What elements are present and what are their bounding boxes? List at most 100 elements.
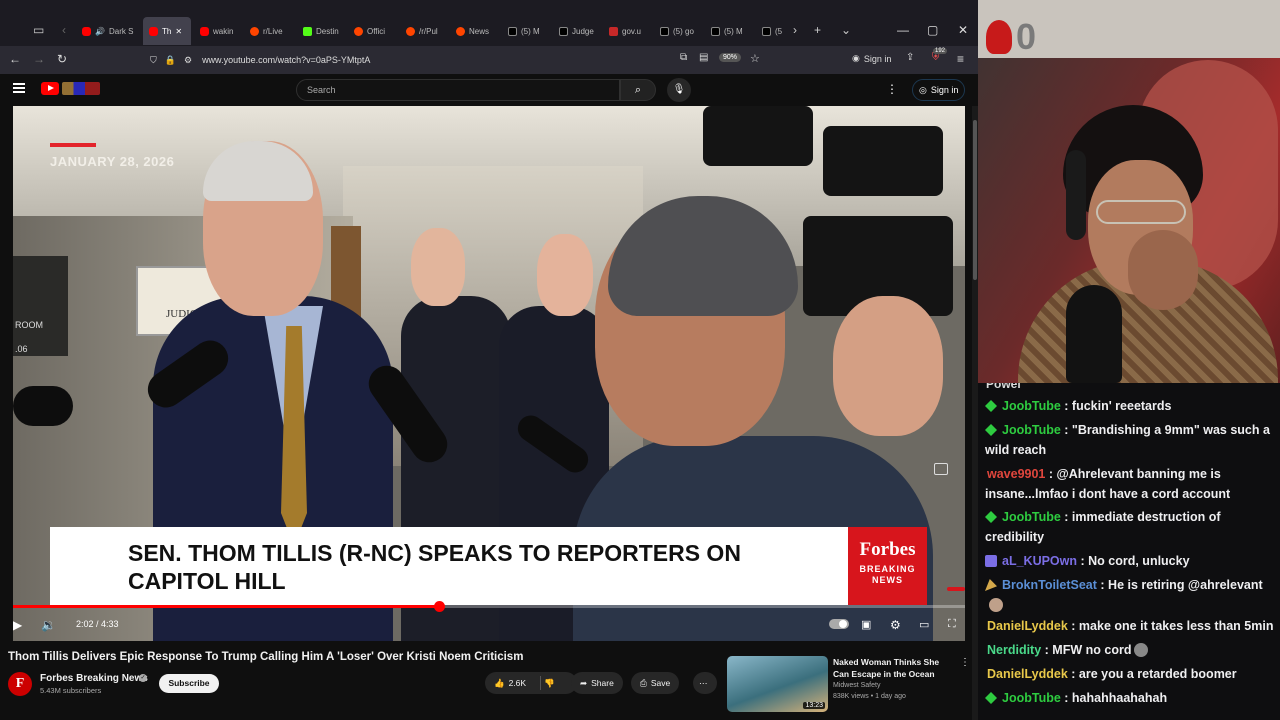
chat-username[interactable]: JoobTube [1002, 423, 1061, 437]
reddit-favicon-icon [250, 26, 259, 36]
tab-9[interactable]: (5) M [502, 17, 552, 45]
window-maximize-icon[interactable]: ▢ [927, 23, 938, 37]
search-button[interactable]: ⌕ [620, 79, 656, 101]
youtube-signin-button[interactable]: ◎ Sign in [912, 79, 966, 101]
recommended-title[interactable]: Naked Woman Thinks She Can Escape in the… [833, 656, 957, 680]
like-count[interactable]: 2.6K [509, 678, 527, 688]
tab-1[interactable]: 🔊 Dark S [76, 17, 138, 45]
fullscreen-icon[interactable]: ⛶ [948, 618, 956, 631]
theater-mode-icon[interactable]: ▭ [919, 618, 929, 631]
tab-11[interactable]: gov.u [603, 17, 653, 45]
autoplay-toggle[interactable] [829, 619, 849, 629]
reader-view-icon[interactable]: ▤ [699, 52, 708, 63]
window-close-icon[interactable]: ✕ [958, 23, 968, 37]
tab-12[interactable]: (5) go [654, 17, 704, 45]
close-tab-icon[interactable]: ✕ [175, 27, 182, 36]
youtube-logo-icon[interactable] [41, 82, 59, 95]
like-divider [540, 676, 541, 690]
chat-text: : make one it takes less than 5min [1071, 619, 1274, 633]
reload-icon[interactable]: ↻ [57, 52, 67, 66]
tab-scroll-left-icon[interactable]: ‹ [62, 23, 66, 37]
tab-5[interactable]: Destin [297, 17, 347, 45]
chat-emote-icon [1134, 643, 1149, 657]
volume-icon[interactable]: 🔉 [41, 618, 56, 632]
window-minimize-icon[interactable]: — [897, 23, 909, 37]
forward-icon[interactable]: → [33, 52, 45, 66]
tab-10[interactable]: Judge [553, 17, 603, 45]
chat-username[interactable]: JoobTube [1002, 691, 1061, 705]
tab-4[interactable]: r/Live [244, 17, 294, 45]
channel-name[interactable]: Forbes Breaking News [40, 673, 148, 684]
chat-username[interactable]: DanielLyddek [987, 619, 1068, 633]
tab-7[interactable]: /r/Pul [400, 17, 450, 45]
more-options-icon[interactable]: ⋮ [886, 82, 898, 96]
progress-scrubber[interactable] [433, 601, 445, 612]
chat-username[interactable]: DanielLyddek [987, 667, 1068, 681]
chat-username[interactable]: JoobTube [1002, 399, 1061, 413]
thumbs-up-icon[interactable]: 👍 [494, 678, 505, 689]
address-bar[interactable]: ⛉ 🔒 ⚙ www.youtube.com/watch?v=0aPS-YMtpt… [150, 49, 770, 71]
picture-in-picture-icon[interactable]: ⧉ [680, 52, 687, 63]
recommended-channel[interactable]: Midwest Safety [833, 682, 880, 689]
permissions-icon[interactable]: ⚙ [184, 55, 192, 66]
recommended-thumbnail[interactable]: 13:23 [727, 656, 828, 712]
voice-search-button[interactable]: 🎙 [667, 78, 691, 102]
extensions-icon[interactable]: ⇪ [906, 52, 914, 63]
play-icon[interactable]: ▶ [13, 618, 22, 632]
captions-icon[interactable]: ▣ [861, 618, 871, 631]
thumbs-down-icon[interactable]: 👎 [544, 678, 555, 689]
back-icon[interactable]: ← [9, 52, 21, 66]
tab-8[interactable]: News [450, 17, 502, 45]
page-scrollbar-thumb[interactable] [973, 120, 977, 280]
subscribe-button[interactable]: Subscribe [159, 674, 219, 693]
search-input[interactable]: Search [296, 79, 620, 101]
settings-gear-icon[interactable]: ⚙ [890, 618, 901, 632]
youtube-doodle-logo[interactable] [62, 82, 100, 95]
chat-text: : fuckin' reeetards [1064, 399, 1172, 413]
reddit-favicon-icon [456, 26, 465, 36]
chat-message: DanielLyddek : make one it takes less th… [985, 616, 1277, 636]
tab-13[interactable]: (5) M [705, 17, 755, 45]
channel-avatar[interactable]: F [8, 672, 32, 696]
chat-username[interactable]: BroknToiletSeat [1002, 578, 1097, 592]
save-button[interactable]: ⎙ Save [631, 672, 680, 694]
chat-username[interactable]: Nerdidity [987, 643, 1041, 657]
share-button[interactable]: ➦ Share [571, 672, 623, 694]
app-menu-icon[interactable]: ≡ [957, 52, 964, 66]
tab-scroll-right-icon[interactable]: › [793, 23, 797, 37]
url-text[interactable]: www.youtube.com/watch?v=0aPS-YMtptA [202, 55, 370, 65]
recommended-more-icon[interactable]: ⋮ [960, 657, 970, 668]
shield-icon[interactable]: ⛉ [150, 55, 157, 66]
tab-list-chevron-icon[interactable]: ⌄ [841, 23, 851, 37]
youtube-favicon-icon [200, 26, 209, 36]
chat-text: : hahahhaahahah [1064, 691, 1168, 705]
tab-6[interactable]: Offici [348, 17, 400, 45]
tab-14[interactable]: (5 [756, 17, 792, 45]
date-accent-bar [50, 143, 96, 147]
lock-icon[interactable]: 🔒 [165, 55, 176, 66]
overlay-number: 0 [1016, 16, 1037, 57]
browser-signin-button[interactable]: ◉ Sign in [852, 53, 891, 64]
zoom-level[interactable]: 90% [719, 53, 742, 62]
miniplayer-icon[interactable] [934, 463, 948, 475]
progress-bar[interactable] [13, 601, 965, 612]
bookmark-star-icon[interactable]: ☆ [750, 52, 760, 65]
reporter-2-head [537, 234, 593, 316]
time-display: 2:02 / 4:33 [76, 619, 119, 629]
video-title: Thom Tillis Delivers Epic Response To Tr… [8, 651, 524, 663]
chat-text: : No cord, unlucky [1080, 554, 1190, 568]
tab-overview-icon[interactable]: ▭ [33, 23, 44, 37]
tab-3[interactable]: wakin [194, 17, 242, 45]
camera-body [703, 106, 813, 166]
tab-2-active[interactable]: Th ✕ [143, 17, 191, 45]
chat-username[interactable]: aL_KUPOwn [1002, 554, 1077, 568]
chat-username[interactable]: JoobTube [1002, 510, 1061, 524]
new-tab-icon[interactable]: + [814, 23, 821, 37]
share-arrow-icon: ➦ [580, 677, 588, 688]
chat-username[interactable]: wave9901 [987, 467, 1045, 481]
more-actions-button[interactable]: ⋯ [693, 672, 717, 694]
video-player[interactable]: ROOM .06 JUDIC JANUARY 28, 2026 SEN. THO… [13, 106, 965, 641]
chat-message: Nerdidity : MFW no cord [985, 640, 1277, 660]
chat-message: JoobTube : fuckin' reeetards [985, 396, 1277, 416]
guide-menu-icon[interactable] [13, 83, 25, 93]
